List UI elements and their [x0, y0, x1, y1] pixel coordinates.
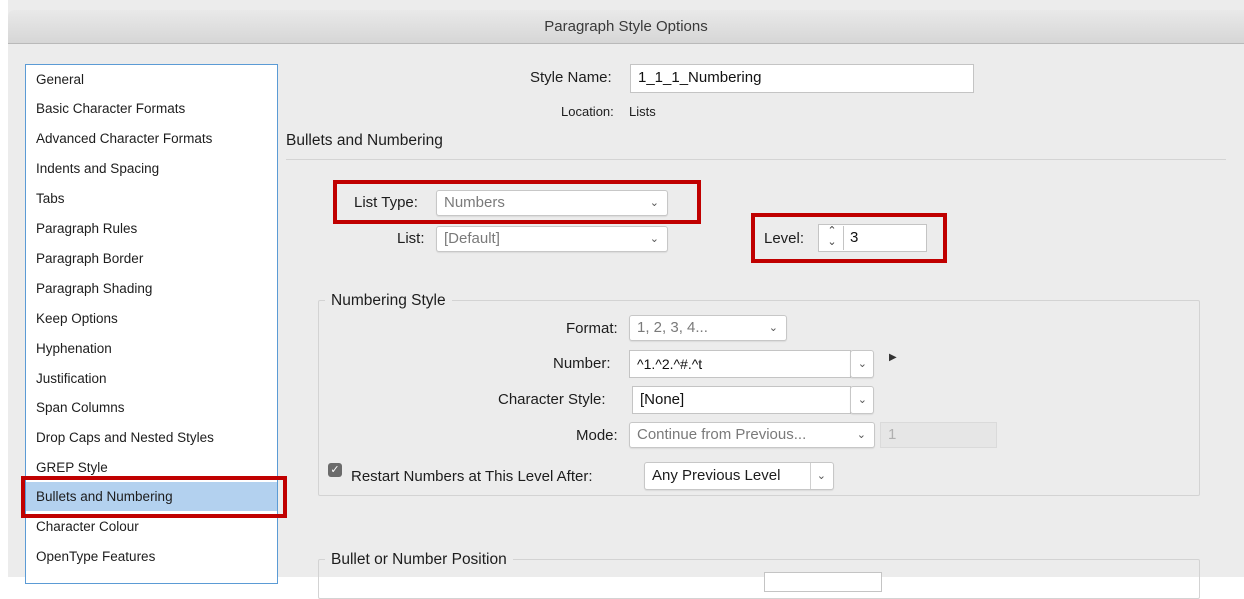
section-title: Bullets and Numbering [286, 132, 443, 149]
number-dropdown[interactable]: ⌄ [850, 350, 874, 378]
number-field[interactable]: ^1.^2.^#.^t [629, 350, 851, 378]
mode-start-field[interactable]: 1 [880, 422, 997, 448]
sidebar-item-grep-style[interactable]: GREP Style [26, 453, 277, 482]
list-select[interactable]: [Default] ⌄ [436, 226, 668, 252]
sidebar-item-general[interactable]: General [26, 65, 277, 94]
sidebar-item-opentype-features[interactable]: OpenType Features [26, 542, 277, 571]
chevron-down-icon: ⌄ [856, 429, 866, 441]
level-value: 3 [850, 229, 859, 246]
mode-select[interactable]: Continue from Previous... ⌄ [629, 422, 875, 448]
bullet-position-field[interactable] [764, 572, 882, 592]
format-value: 1, 2, 3, 4... [637, 319, 708, 336]
sidebar-item-character-colour[interactable]: Character Colour [26, 512, 277, 541]
sidebar-item-tabs[interactable]: Tabs [26, 184, 277, 213]
sidebar-item-basic-character-formats[interactable]: Basic Character Formats [26, 94, 277, 123]
numbering-style-legend: Numbering Style [325, 292, 452, 310]
dialog-title: Paragraph Style Options [8, 10, 1244, 44]
level-label: Level: [764, 230, 805, 247]
location-value: Lists [629, 104, 656, 119]
section-divider [286, 159, 1226, 160]
dialog-window: Paragraph Style Options General Basic Ch… [8, 0, 1244, 599]
checkbox-checked-icon[interactable]: ✓ [328, 463, 342, 477]
sidebar-item-hyphenation[interactable]: Hyphenation [26, 334, 277, 363]
character-style-dropdown[interactable]: ⌄ [850, 386, 874, 414]
chevron-down-icon: ⌄ [649, 197, 659, 209]
mode-label: Mode: [576, 427, 618, 444]
level-stepper[interactable]: ⌃ ⌄ 3 [818, 224, 927, 252]
sidebar-item-paragraph-shading[interactable]: Paragraph Shading [26, 274, 277, 303]
list-type-select[interactable]: Numbers ⌄ [436, 190, 668, 216]
chevron-down-icon: ⌄ [809, 463, 826, 489]
style-name-label: Style Name: [530, 69, 612, 86]
stepper-icon[interactable]: ⌃ ⌄ [821, 226, 844, 250]
character-style-field[interactable]: [None] [632, 386, 851, 414]
restart-label: Restart Numbers at This Level After: [351, 468, 593, 485]
chevron-down-icon: ⌄ [649, 233, 659, 245]
sidebar-item-span-columns[interactable]: Span Columns [26, 393, 277, 422]
character-style-label: Character Style: [498, 391, 606, 408]
list-type-value: Numbers [444, 194, 505, 211]
mode-value: Continue from Previous... [637, 426, 807, 443]
chevron-down-icon: ⌄ [768, 322, 778, 334]
list-value: [Default] [444, 230, 500, 247]
format-select[interactable]: 1, 2, 3, 4... ⌄ [629, 315, 787, 341]
style-name-field[interactable]: 1_1_1_Numbering [630, 64, 974, 93]
triangle-right-icon[interactable]: ▶ [889, 352, 897, 363]
number-label: Number: [553, 355, 611, 372]
location-label: Location: [561, 104, 614, 119]
chevron-down-icon: ⌄ [857, 394, 867, 406]
list-label: List: [397, 230, 425, 247]
sidebar-item-drop-caps[interactable]: Drop Caps and Nested Styles [26, 423, 277, 452]
chevron-down-icon: ⌄ [857, 358, 867, 370]
sidebar-item-advanced-character-formats[interactable]: Advanced Character Formats [26, 124, 277, 153]
sidebar-item-bullets-and-numbering[interactable]: Bullets and Numbering [26, 482, 277, 511]
category-list[interactable]: General Basic Character Formats Advanced… [25, 64, 278, 584]
bullet-position-legend: Bullet or Number Position [325, 551, 513, 569]
sidebar-item-paragraph-rules[interactable]: Paragraph Rules [26, 214, 277, 243]
format-label: Format: [566, 320, 618, 337]
list-type-label: List Type: [354, 194, 418, 211]
restart-value: Any Previous Level [652, 467, 781, 484]
sidebar-item-justification[interactable]: Justification [26, 364, 277, 393]
restart-select[interactable]: Any Previous Level ⌄ [644, 462, 834, 490]
sidebar-item-indents-and-spacing[interactable]: Indents and Spacing [26, 154, 277, 183]
sidebar-item-keep-options[interactable]: Keep Options [26, 304, 277, 333]
sidebar-item-paragraph-border[interactable]: Paragraph Border [26, 244, 277, 273]
